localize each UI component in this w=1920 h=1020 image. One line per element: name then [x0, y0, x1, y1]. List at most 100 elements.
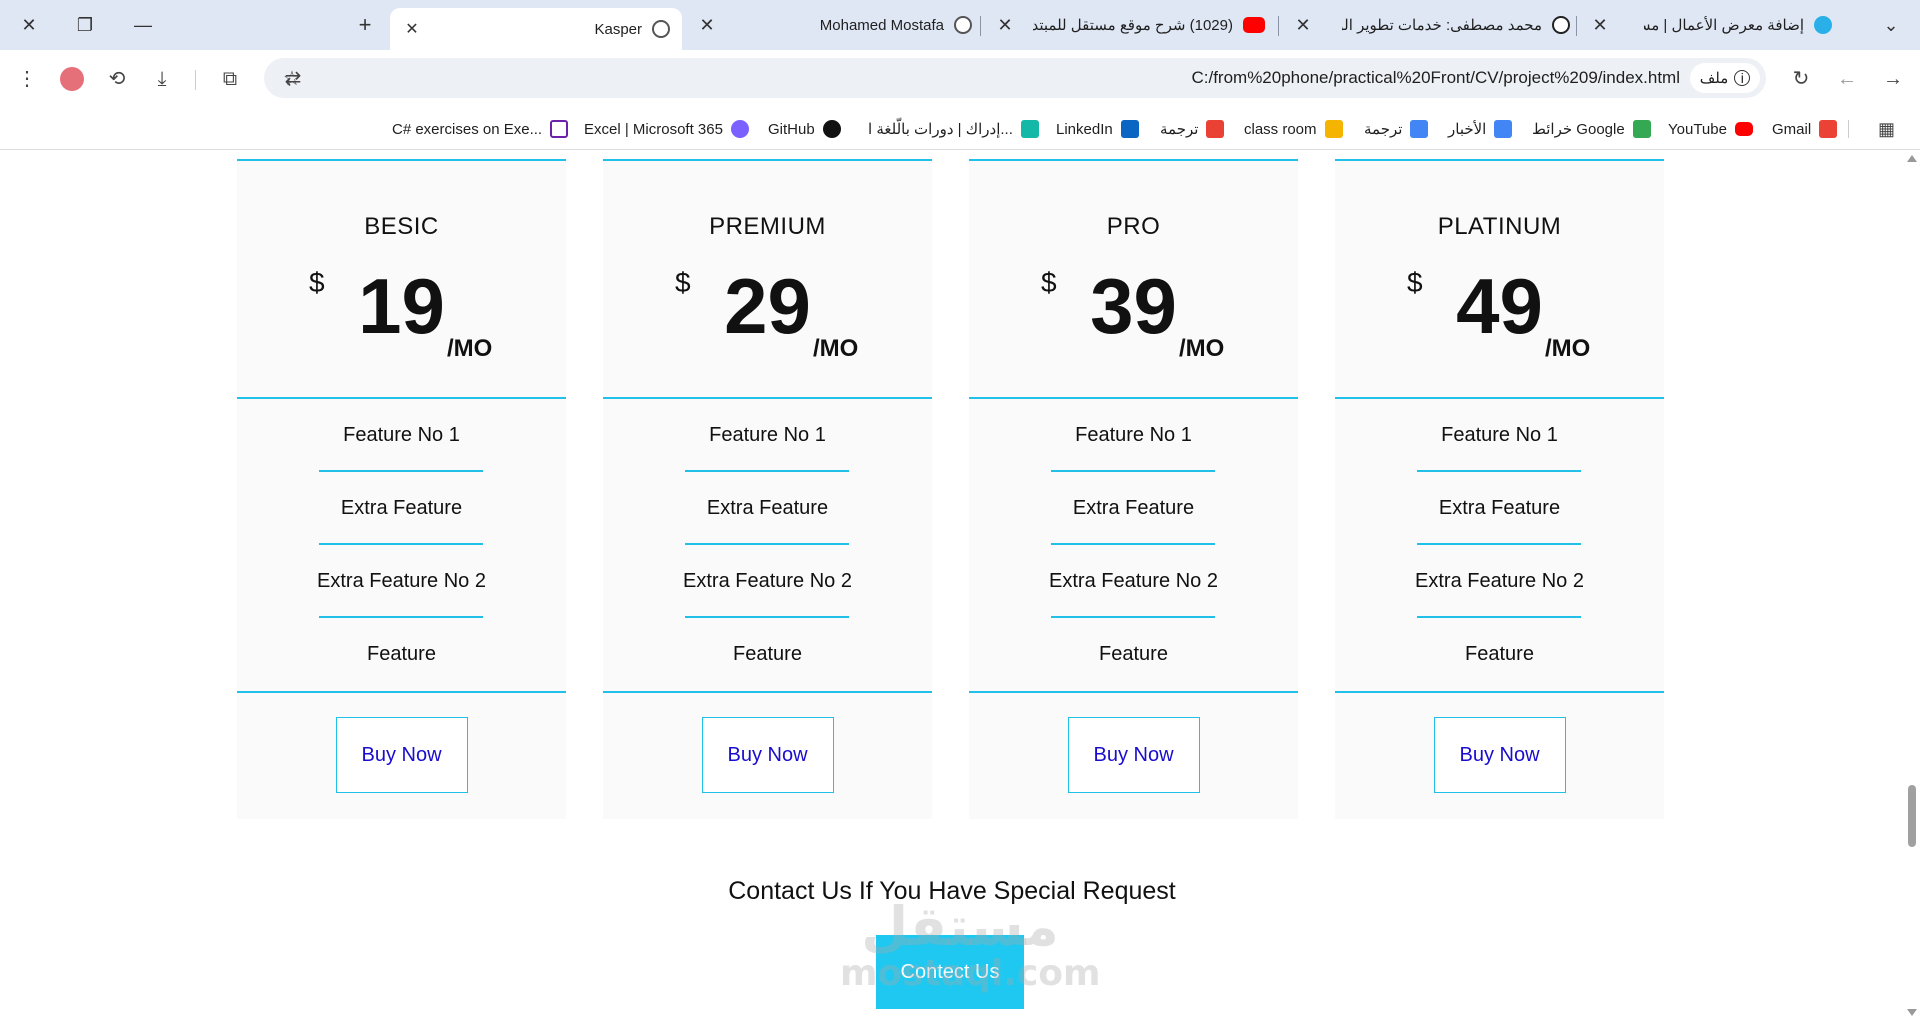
- price-period: /MO: [1545, 335, 1591, 362]
- tab-title: Kasper: [594, 20, 642, 38]
- pricing-card-pro: PRO $ 39 /MO Feature No 1 Extra Feature …: [969, 159, 1298, 819]
- plan-header: PLATINUM $ 49 /MO: [1335, 159, 1664, 399]
- bookmark-label: class room: [1244, 120, 1317, 138]
- minimize-icon[interactable]: —: [128, 10, 158, 40]
- bookmark-exercism[interactable]: C# exercises on Exe...: [392, 117, 569, 141]
- apps-grid-icon[interactable]: ▦: [1878, 117, 1895, 141]
- close-tab-icon[interactable]: ✕: [692, 10, 722, 40]
- address-bar[interactable]: i ملف C:/from%20phone/practical%20Front/…: [264, 58, 1766, 98]
- price-amount: 19: [358, 262, 445, 350]
- contact-us-button[interactable]: Contect Us: [876, 935, 1024, 1009]
- feature-list: Feature No 1 Extra Feature Extra Feature…: [969, 399, 1298, 693]
- close-tab-icon[interactable]: ✕: [1288, 10, 1318, 40]
- back-arrow-icon[interactable]: →: [1878, 64, 1908, 94]
- bookmark-label: إدراك | دورات بالّلغة ا...: [868, 121, 1013, 138]
- tab-youtube[interactable]: (1029) شرح موقع مستقل للمبتد: [1015, 8, 1265, 42]
- scroll-down-arrow-icon[interactable]: [1907, 1009, 1917, 1016]
- feature-list: Feature No 1 Extra Feature Extra Feature…: [1335, 399, 1664, 693]
- new-tab-button[interactable]: +: [350, 10, 380, 40]
- bookmark-m365[interactable]: Excel | Microsoft 365: [584, 117, 749, 141]
- scroll-up-arrow-icon[interactable]: [1907, 155, 1917, 162]
- tab-mohamed-mostafa[interactable]: Mohamed Mostafa: [712, 8, 972, 42]
- scrollbar-thumb[interactable]: [1908, 785, 1916, 847]
- feature-item: Feature: [603, 618, 932, 691]
- page-viewport: BESIC $ 19 /MO Feature No 1 Extra Featur…: [0, 151, 1904, 1020]
- restore-icon[interactable]: ❐: [70, 10, 100, 40]
- bookmark-github[interactable]: GitHub: [768, 117, 841, 141]
- toolbar-left-icons: ☆ ⧉ ⤓ ⟲ ⋮: [0, 50, 301, 108]
- feature-item: Extra Feature No 2: [1335, 545, 1664, 618]
- tab-kasper-active[interactable]: Kasper ✕: [390, 8, 682, 50]
- buy-now-button[interactable]: Buy Now: [1067, 717, 1200, 793]
- feature-label: Feature No 1: [1441, 424, 1558, 446]
- plan-footer: Buy Now: [1335, 693, 1664, 817]
- buy-now-button[interactable]: Buy Now: [335, 717, 468, 793]
- tab-mostaql-portfolio[interactable]: إضافة معرض الأعمال | مستقل: [1622, 8, 1832, 42]
- feature-item: Extra Feature: [1335, 472, 1664, 545]
- bookmark-label: C# exercises on Exe...: [392, 120, 543, 138]
- mostaql-icon: [1814, 16, 1832, 34]
- bookmark-news[interactable]: الأخبار: [1448, 117, 1513, 141]
- bookmark-youtube[interactable]: YouTube: [1668, 117, 1753, 141]
- bookmark-label: GitHub: [768, 120, 815, 138]
- close-tab-icon[interactable]: ✕: [990, 10, 1020, 40]
- plan-name: BESIC: [364, 213, 439, 240]
- pricing-card-basic: BESIC $ 19 /MO Feature No 1 Extra Featur…: [237, 159, 566, 819]
- feature-label: Extra Feature: [340, 497, 463, 519]
- feature-label: Feature: [367, 643, 436, 665]
- bookmark-translate[interactable]: ترجمة: [1364, 117, 1429, 141]
- news-icon: [1494, 120, 1513, 138]
- khamsat-icon: [1552, 16, 1570, 34]
- close-tab-icon[interactable]: ✕: [1585, 10, 1615, 40]
- feature-item: Extra Feature: [603, 472, 932, 545]
- reload-icon[interactable]: ↻: [1786, 64, 1816, 94]
- tab-divider: [1576, 16, 1577, 36]
- tab-divider: [1278, 16, 1279, 36]
- feature-item: Feature No 1: [969, 399, 1298, 472]
- bookmark-google-maps[interactable]: خرائط Google: [1532, 117, 1651, 141]
- buy-now-button[interactable]: Buy Now: [1433, 717, 1566, 793]
- bookmark-linkedin[interactable]: LinkedIn: [1056, 117, 1139, 141]
- close-window-icon[interactable]: ✕: [14, 10, 44, 40]
- extensions-icon[interactable]: ⧉: [215, 64, 245, 94]
- maps-icon: [1632, 120, 1651, 138]
- tab-khamsat[interactable]: محمد مصطفى: خدمات تطوير الو: [1320, 8, 1570, 42]
- forward-arrow-icon[interactable]: ←: [1832, 64, 1862, 94]
- buy-now-button[interactable]: Buy Now: [701, 717, 834, 793]
- plan-header: BESIC $ 19 /MO: [237, 159, 566, 399]
- translate-icon: [1410, 120, 1429, 138]
- feature-label: Extra Feature No 2: [683, 570, 852, 592]
- feature-label: Extra Feature: [706, 497, 829, 519]
- m365-icon: [730, 120, 749, 138]
- plan-price: $ 39 /MO: [969, 261, 1298, 381]
- bookmark-classroom[interactable]: class room: [1244, 117, 1343, 141]
- bookmark-label: الأخبار: [1448, 121, 1487, 138]
- bookmark-gmail[interactable]: Gmail: [1772, 117, 1838, 141]
- performance-icon[interactable]: ⟲: [102, 64, 132, 94]
- menu-kebab-icon[interactable]: ⋮: [12, 64, 42, 94]
- plan-name: PREMIUM: [709, 213, 826, 240]
- tab-search-chevron-icon[interactable]: ⌄: [1876, 10, 1906, 40]
- tab-title: (1029) شرح موقع مستقل للمبتد: [1033, 17, 1233, 34]
- feature-label: Feature No 1: [1075, 424, 1192, 446]
- site-info-chip[interactable]: i ملف: [1690, 63, 1760, 93]
- feature-label: Extra Feature No 2: [317, 570, 486, 592]
- site-chip-label: ملف: [1699, 70, 1729, 87]
- feature-label: Extra Feature No 2: [1415, 570, 1584, 592]
- feature-item: Feature: [969, 618, 1298, 691]
- tab-title: Mohamed Mostafa: [819, 16, 944, 34]
- download-icon[interactable]: ⤓: [147, 64, 177, 94]
- bookmark-label: Gmail: [1772, 120, 1812, 138]
- bookmark-label: YouTube: [1668, 120, 1727, 138]
- bookmark-star-icon[interactable]: ☆: [277, 64, 307, 94]
- profile-avatar[interactable]: [57, 64, 87, 94]
- toolbar-divider: [195, 70, 196, 90]
- bookmark-edraak[interactable]: إدراك | دورات بالّلغة ا...: [868, 117, 1039, 141]
- close-tab-icon[interactable]: ✕: [402, 19, 422, 39]
- tab-title: إضافة معرض الأعمال | مستقل: [1644, 17, 1804, 34]
- feature-item: Extra Feature: [237, 472, 566, 545]
- bookmark-translate-pdf[interactable]: ترجمة: [1160, 117, 1225, 141]
- bookmark-label: ترجمة: [1364, 121, 1403, 138]
- page-scrollbar[interactable]: [1904, 151, 1920, 1020]
- linkedin-icon: [1120, 120, 1139, 138]
